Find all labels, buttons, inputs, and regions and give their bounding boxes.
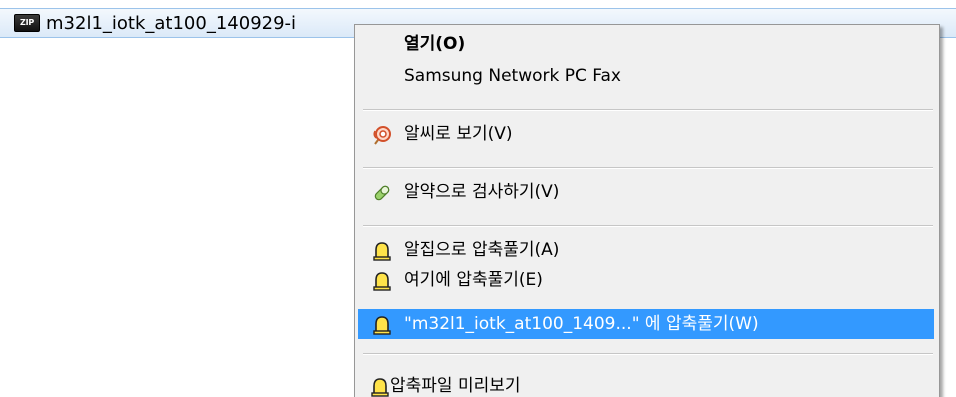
menu-separator <box>363 167 933 169</box>
menu-item-extract-to-folder[interactable]: "m32l1_iotk_at100_1409..." 에 압축풀기(W) <box>358 309 934 339</box>
desktop-area: ZIP m32l1_iotk_at100_140929-i 열기(O) Sams… <box>0 0 956 397</box>
menu-item-extract-here[interactable]: 여기에 압축풀기(E) <box>358 265 934 295</box>
menu-separator <box>363 109 933 111</box>
menu-item-label: 압축파일 미리보기 <box>390 376 521 396</box>
menu-separator <box>363 353 933 355</box>
menu-item-label: Samsung Network PC Fax <box>404 66 621 86</box>
alzip-icon <box>372 241 392 261</box>
file-name: m32l1_iotk_at100_140929-i <box>46 13 297 34</box>
menu-item-alsee-view[interactable]: 알씨로 보기(V) <box>358 119 934 149</box>
menu-item-samsung-pc-fax[interactable]: Samsung Network PC Fax <box>358 61 934 91</box>
menu-item-label: 알약으로 검사하기(V) <box>404 182 560 202</box>
menu-item-label: 알집으로 압축풀기(A) <box>404 240 560 260</box>
menu-item-alyac-scan[interactable]: 알약으로 검사하기(V) <box>358 177 934 207</box>
menu-item-label: 알씨로 보기(V) <box>404 124 513 144</box>
menu-item-label: "m32l1_iotk_at100_1409..." 에 압축풀기(W) <box>404 314 759 334</box>
menu-item-label: 열기(O) <box>404 34 466 54</box>
menu-item-alzip-extract[interactable]: 알집으로 압축풀기(A) <box>358 235 934 265</box>
alsee-icon <box>372 125 392 145</box>
menu-item-label: 여기에 압축풀기(E) <box>404 270 543 290</box>
menu-item-open[interactable]: 열기(O) <box>358 29 934 59</box>
menu-item-preview-archive[interactable]: 압축파일 미리보기 <box>358 371 934 397</box>
alyac-pill-icon <box>372 183 392 203</box>
context-menu: 열기(O) Samsung Network PC Fax 알씨로 보기(V) 알… <box>354 24 940 397</box>
menu-separator <box>363 225 933 227</box>
alzip-icon <box>372 271 392 291</box>
zip-file-icon: ZIP <box>14 14 40 32</box>
alzip-icon <box>370 377 390 397</box>
alzip-icon <box>372 315 392 335</box>
